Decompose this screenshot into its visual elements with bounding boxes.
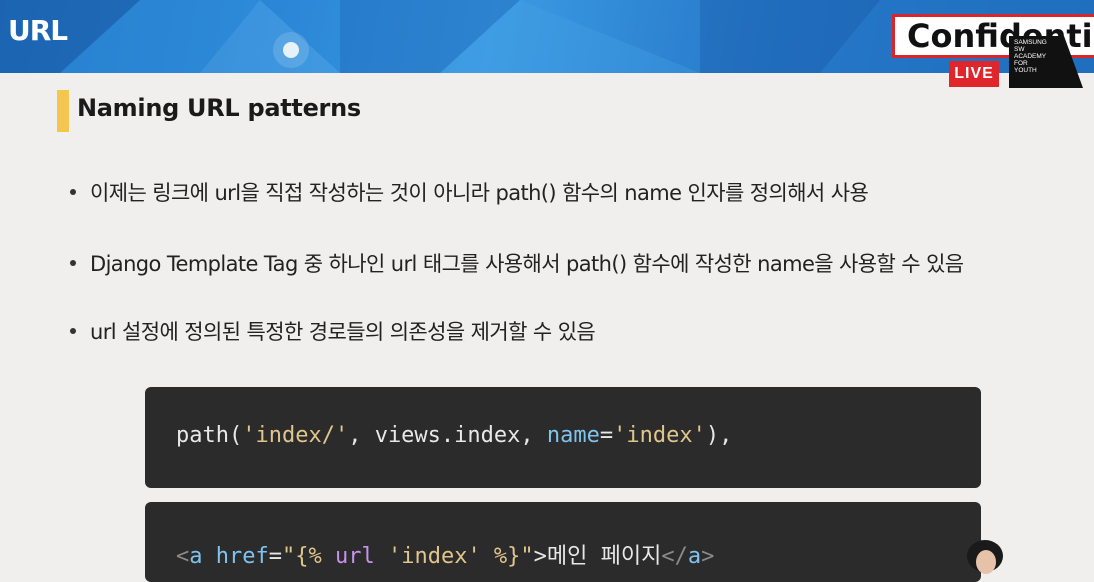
logo-text: SAMSUNG SW ACADEMY FOR YOUTH [1014,39,1047,74]
bullet-item: Django Template Tag 중 하나인 url 태그를 사용해서 p… [70,248,964,278]
bullet-dot-icon [70,189,76,195]
page-title: URL [8,14,68,47]
bullet-dot-icon [70,260,76,266]
bullet-dot-icon [70,328,76,334]
bullet-text: Django Template Tag 중 하나인 url 태그를 사용해서 p… [90,252,964,276]
bullet-text: 이제는 링크에 url을 직접 작성하는 것이 아니라 path() 함수의 n… [90,181,869,205]
code-block-template: <a href="{% url 'index' %}">메인 페이지</a> [145,502,981,582]
live-badge: LIVE [949,61,999,87]
bullet-item: 이제는 링크에 url을 직접 작성하는 것이 아니라 path() 함수의 n… [70,177,869,207]
section-heading: Naming URL patterns [77,94,361,122]
bullet-item: url 설정에 정의된 특정한 경로들의 의존성을 제거할 수 있음 [70,316,596,346]
code-block-path: path('index/', views.index, name='index'… [145,387,981,488]
heading-accent-bar [57,90,69,132]
bullet-text: url 설정에 정의된 특정한 경로들의 의존성을 제거할 수 있음 [90,320,596,344]
presenter-video-thumbnail [967,540,1003,574]
